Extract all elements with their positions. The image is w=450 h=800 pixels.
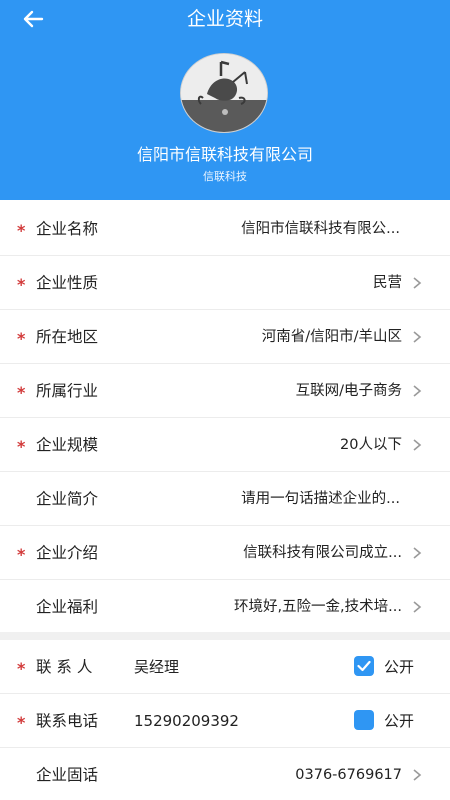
back-button[interactable] [18, 4, 48, 34]
field-label: 企业介绍 [36, 544, 99, 562]
contact-person-row: * 联 系 人 吴经理 公开 [0, 640, 450, 694]
chevron-right-icon [413, 769, 422, 781]
company-logo[interactable] [180, 53, 268, 133]
contact-person-public-checkbox[interactable] [354, 656, 374, 676]
checkmark-icon [357, 660, 371, 672]
landline-row[interactable]: 企业固话 0376-6769617 [0, 748, 450, 800]
chevron-right-icon [413, 331, 422, 343]
chevron-right-icon [413, 601, 422, 613]
field-value: 20人以下 [340, 437, 402, 453]
contact-phone-input[interactable]: 15290209392 [134, 694, 239, 748]
required-mark: * [17, 713, 26, 732]
field-label: 企业简介 [36, 490, 99, 508]
field-value: 信联科技有限公司成立... [243, 545, 402, 561]
field-row-company-name[interactable]: * 企业名称 信阳市信联科技有限公... [0, 202, 450, 256]
field-label: 所在地区 [36, 328, 99, 346]
required-mark: * [17, 329, 26, 348]
company-info-list: * 企业名称 信阳市信联科技有限公... * 企业性质 民营 * 所在地区 河南… [0, 202, 450, 634]
field-row-company-type[interactable]: * 企业性质 民营 [0, 256, 450, 310]
chevron-right-icon [413, 385, 422, 397]
required-mark: * [17, 659, 26, 678]
company-name: 信阳市信联科技有限公司 [136, 145, 313, 164]
required-mark: * [17, 275, 26, 294]
chevron-right-icon [413, 277, 422, 289]
contact-phone-public-checkbox[interactable] [354, 710, 374, 730]
field-row-company-size[interactable]: * 企业规模 20人以下 [0, 418, 450, 472]
field-row-industry[interactable]: * 所属行业 互联网/电子商务 [0, 364, 450, 418]
field-row-company-intro[interactable]: * 企业介绍 信联科技有限公司成立... [0, 526, 450, 580]
field-label: 所属行业 [36, 382, 99, 400]
contact-phone-label: 联系电话 [36, 712, 99, 730]
company-logo-image [181, 54, 267, 132]
chevron-right-icon [413, 547, 422, 559]
field-value: 请用一句话描述企业的... [241, 491, 400, 507]
field-label: 企业福利 [36, 598, 99, 616]
contact-person-input[interactable]: 吴经理 [134, 640, 179, 694]
field-label: 企业规模 [36, 436, 99, 454]
page-title: 企业资料 [186, 8, 263, 30]
field-label: 企业性质 [36, 274, 99, 292]
field-value: 民营 [373, 275, 402, 291]
back-arrow-icon [23, 10, 44, 28]
company-short-name: 信联科技 [203, 170, 247, 183]
field-label: 企业名称 [36, 220, 99, 238]
required-mark: * [17, 221, 26, 240]
contact-phone-public-label: 公开 [384, 712, 415, 730]
landline-value: 0376-6769617 [295, 767, 402, 783]
section-divider [0, 632, 450, 640]
field-value: 互联网/电子商务 [295, 383, 402, 399]
required-mark: * [17, 437, 26, 456]
contact-person-label: 联 系 人 [36, 658, 93, 676]
chevron-right-icon [413, 439, 422, 451]
field-value: 河南省/信阳市/羊山区 [261, 329, 402, 345]
field-row-region[interactable]: * 所在地区 河南省/信阳市/羊山区 [0, 310, 450, 364]
field-row-company-summary[interactable]: 企业简介 请用一句话描述企业的... [0, 472, 450, 526]
required-mark: * [17, 383, 26, 402]
header-bar: 企业资料 信阳市信联科技有限公司 信联科技 [0, 0, 450, 200]
required-mark: * [17, 545, 26, 564]
contact-phone-row: * 联系电话 15290209392 公开 [0, 694, 450, 748]
landline-label: 企业固话 [36, 766, 99, 784]
contact-person-public-label: 公开 [384, 658, 415, 676]
contact-info-list: * 联 系 人 吴经理 公开 * 联系电话 15290209392 公开 企业固… [0, 640, 450, 800]
field-row-benefits[interactable]: 企业福利 环境好,五险一金,技术培... [0, 580, 450, 634]
field-value: 环境好,五险一金,技术培... [233, 599, 402, 615]
field-value: 信阳市信联科技有限公... [241, 221, 400, 237]
